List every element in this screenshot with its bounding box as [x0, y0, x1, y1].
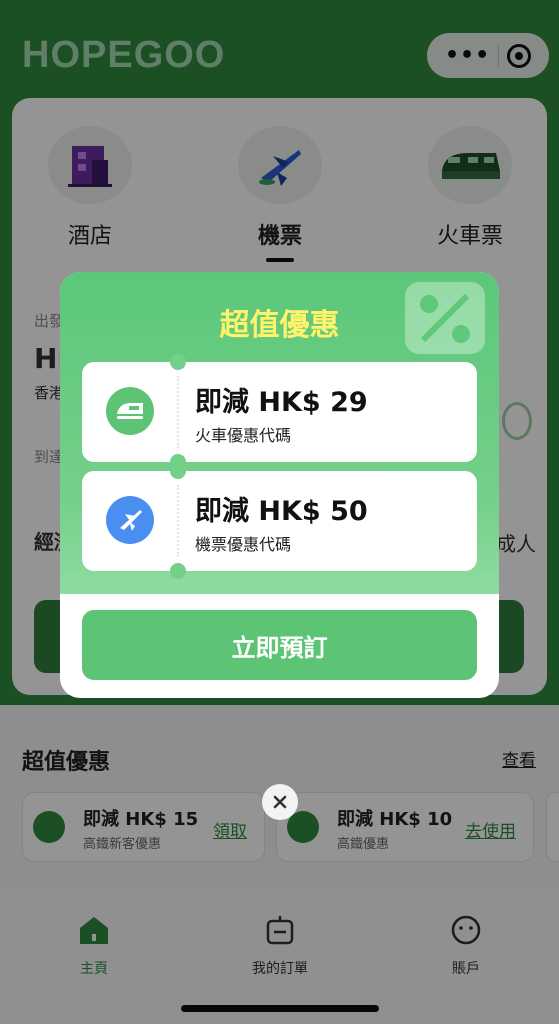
promo-popup: 超值優惠 即減 HK$ 29 火車優惠代碼 即減 HK$ 50 機票優惠代碼 立…	[60, 272, 499, 698]
coupon-flight[interactable]: 即減 HK$ 50 機票優惠代碼	[82, 463, 477, 579]
coupon-subtitle: 火車優惠代碼	[195, 426, 292, 445]
coupon-amount: 即減 HK$ 29	[195, 387, 368, 418]
coupon-amount: 即減 HK$ 50	[195, 496, 368, 527]
train-icon	[106, 387, 154, 435]
popup-close-button[interactable]	[262, 784, 298, 820]
coupon-subtitle: 機票優惠代碼	[195, 535, 292, 554]
coupon-train[interactable]: 即減 HK$ 29 火車優惠代碼	[82, 354, 477, 470]
close-icon	[273, 795, 287, 809]
book-now-button[interactable]: 立即預訂	[82, 610, 477, 680]
ticket-divider	[177, 485, 179, 557]
ticket-divider	[177, 376, 179, 448]
plane-icon	[106, 496, 154, 544]
popup-title: 超值優惠	[219, 308, 340, 343]
ticket-notch	[170, 563, 186, 579]
ticket-notch	[170, 463, 186, 479]
ticket-notch	[170, 354, 186, 370]
